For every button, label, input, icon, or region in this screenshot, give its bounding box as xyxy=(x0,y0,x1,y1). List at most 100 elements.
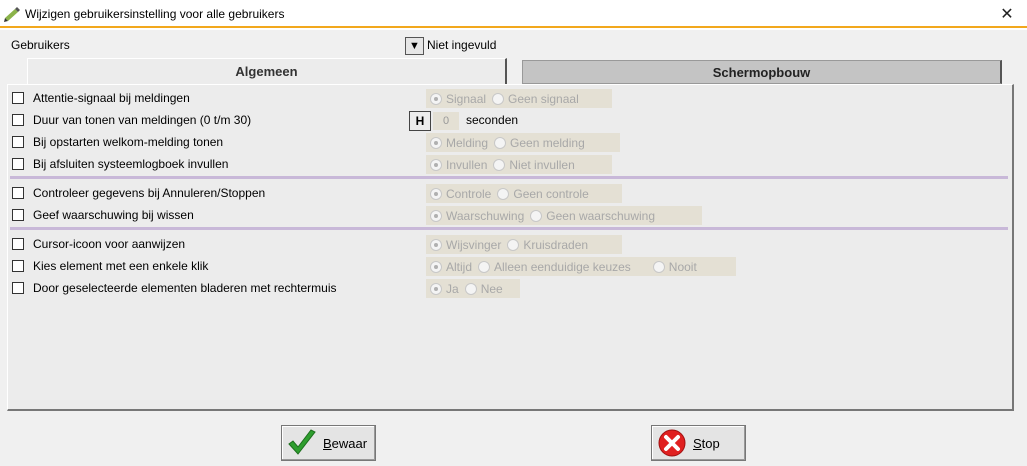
setting-row: Attentie-signaal bij meldingen Signaal G… xyxy=(8,89,1008,109)
radio-button[interactable] xyxy=(464,282,477,295)
section-divider xyxy=(10,227,1008,230)
radio-option[interactable]: Controle xyxy=(430,187,491,201)
radio-button[interactable] xyxy=(430,136,442,149)
users-label: Gebruikers xyxy=(11,38,70,52)
radio-button[interactable] xyxy=(493,158,506,171)
radio-label: Signaal xyxy=(446,91,487,106)
radio-button[interactable] xyxy=(430,209,442,222)
users-dropdown-button[interactable]: ▼ xyxy=(405,37,424,55)
tab-algemeen[interactable]: Algemeen xyxy=(27,58,507,84)
radio-button[interactable] xyxy=(530,209,543,222)
setting-checkbox[interactable] xyxy=(12,238,24,250)
setting-row: Cursor-icoon voor aanwijzen Wijsvinger K… xyxy=(8,235,1008,255)
setting-row: Door geselecteerde elementen bladeren me… xyxy=(8,279,1008,299)
setting-label: Geef waarschuwing bij wissen xyxy=(33,208,194,222)
radio-option[interactable]: Melding xyxy=(430,136,488,150)
setting-label: Attentie-signaal bij meldingen xyxy=(33,91,190,105)
option-group: Ja Nee xyxy=(426,279,520,298)
tab-schermopbouw[interactable]: Schermopbouw xyxy=(522,60,1002,84)
setting-label: Cursor-icoon voor aanwijzen xyxy=(33,237,186,251)
setting-checkbox[interactable] xyxy=(12,187,24,199)
option-group: Controle Geen controle xyxy=(426,184,622,203)
radio-option[interactable]: Wijsvinger xyxy=(430,238,501,252)
setting-label: Bij opstarten welkom-melding tonen xyxy=(33,135,224,149)
option-group: Altijd Alleen eenduidige keuzes Nooit xyxy=(426,257,736,276)
radio-button[interactable] xyxy=(430,158,442,171)
setting-label: Controleer gegevens bij Annuleren/Stoppe… xyxy=(33,186,266,200)
radio-option[interactable]: Nee xyxy=(464,281,503,296)
radio-button[interactable] xyxy=(430,282,442,295)
radio-label: Nee xyxy=(480,281,503,296)
radio-label: Melding xyxy=(446,135,489,150)
stop-label: Stop xyxy=(693,435,720,451)
close-button[interactable]: ✕ xyxy=(987,0,1027,27)
radio-label: Geen signaal xyxy=(508,91,579,106)
radio-label: Alleen eenduidige keuzes xyxy=(494,259,631,274)
option-group: Waarschuwing Geen waarschuwing xyxy=(426,206,702,225)
section-divider xyxy=(10,176,1008,179)
checkmark-icon xyxy=(285,428,319,458)
radio-option[interactable]: Waarschuwing xyxy=(430,209,524,223)
setting-row: Kies element met een enkele klik Altijd … xyxy=(8,257,1008,277)
stop-icon xyxy=(655,428,689,458)
duration-input[interactable]: 0 xyxy=(433,112,459,130)
radio-option[interactable]: Geen signaal xyxy=(492,92,579,106)
radio-label: Altijd xyxy=(446,259,473,274)
radio-label: Kruisdraden xyxy=(523,237,589,252)
title-bar: Wijzigen gebruikersinstelling voor alle … xyxy=(0,0,1027,28)
window-title: Wijzigen gebruikersinstelling voor alle … xyxy=(25,7,285,21)
setting-row: Controleer gegevens bij Annuleren/Stoppe… xyxy=(8,184,1008,204)
radio-button[interactable] xyxy=(430,260,442,273)
app-pencil-icon xyxy=(4,6,22,22)
setting-checkbox[interactable] xyxy=(12,282,24,294)
radio-button[interactable] xyxy=(507,238,520,251)
radio-option[interactable]: Alleen eenduidige keuzes xyxy=(478,260,631,274)
radio-option[interactable]: Geen waarschuwing xyxy=(530,209,655,223)
radio-option[interactable]: Ja xyxy=(430,282,459,296)
radio-label: Geen waarschuwing xyxy=(546,208,655,223)
radio-button[interactable] xyxy=(478,260,491,273)
help-button[interactable]: H xyxy=(409,111,431,131)
setting-row: Bij afsluiten systeemlogboek invullen In… xyxy=(8,155,1008,175)
radio-button[interactable] xyxy=(430,238,442,251)
setting-checkbox[interactable] xyxy=(12,136,24,148)
radio-label: Waarschuwing xyxy=(446,208,525,223)
option-group: Melding Geen melding xyxy=(426,133,620,152)
users-dropdown-value[interactable]: Niet ingevuld xyxy=(427,38,496,52)
stop-button[interactable]: Stop xyxy=(651,425,746,461)
setting-label: Door geselecteerde elementen bladeren me… xyxy=(33,281,337,295)
radio-button[interactable] xyxy=(494,136,507,149)
setting-checkbox[interactable] xyxy=(12,260,24,272)
save-label: Bewaar xyxy=(323,435,368,451)
radio-option[interactable]: Altijd xyxy=(430,260,472,274)
save-button[interactable]: Bewaar xyxy=(281,425,376,461)
setting-row: Geef waarschuwing bij wissen Waarschuwin… xyxy=(8,206,1008,226)
setting-checkbox[interactable] xyxy=(12,92,24,104)
radio-label: Geen melding xyxy=(510,135,585,150)
radio-option[interactable]: Geen melding xyxy=(494,136,585,150)
radio-button[interactable] xyxy=(430,92,442,105)
radio-label: Nooit xyxy=(668,259,697,274)
radio-button[interactable] xyxy=(497,187,510,200)
setting-label: Kies element met een enkele klik xyxy=(33,259,209,273)
setting-checkbox[interactable] xyxy=(12,114,24,126)
radio-option[interactable]: Niet invullen xyxy=(493,158,575,172)
radio-option[interactable]: Kruisdraden xyxy=(507,238,588,252)
radio-label: Controle xyxy=(446,186,492,201)
option-group: Invullen Niet invullen xyxy=(426,155,612,174)
option-group: Wijsvinger Kruisdraden xyxy=(426,235,622,254)
radio-button[interactable] xyxy=(492,92,505,105)
radio-button[interactable] xyxy=(652,260,665,273)
radio-option[interactable]: Nooit xyxy=(652,259,697,274)
setting-checkbox[interactable] xyxy=(12,158,24,170)
radio-button[interactable] xyxy=(430,187,442,200)
settings-panel: Attentie-signaal bij meldingen Signaal G… xyxy=(7,84,1014,411)
radio-label: Geen controle xyxy=(513,186,589,201)
setting-row: Duur van tonen van meldingen (0 t/m 30) … xyxy=(8,111,1008,131)
radio-option[interactable]: Geen controle xyxy=(497,186,589,201)
setting-checkbox[interactable] xyxy=(12,209,24,221)
duration-unit: seconden xyxy=(466,113,519,127)
radio-option[interactable]: Invullen xyxy=(430,158,487,172)
radio-option[interactable]: Signaal xyxy=(430,92,486,106)
dialog-body: Gebruikers ▼ Niet ingevuld Algemeen Sche… xyxy=(0,30,1027,466)
